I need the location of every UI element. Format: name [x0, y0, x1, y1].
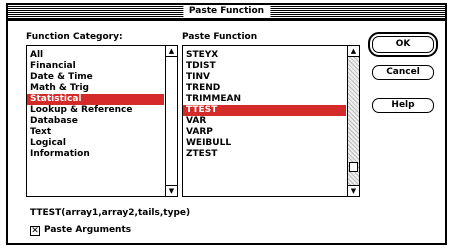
function-list-item[interactable]: VAR — [183, 116, 346, 127]
function-list-item[interactable]: VARP — [183, 127, 346, 138]
category-list-item[interactable]: All — [27, 50, 164, 61]
scroll-up-arrow-icon[interactable]: ▲ — [348, 46, 359, 57]
paste-arguments-checkbox[interactable]: ✕ — [30, 226, 40, 236]
scroll-down-arrow-icon[interactable]: ▼ — [166, 185, 177, 196]
dialog-title: Paste Function — [182, 6, 271, 17]
category-list-item[interactable]: Database — [27, 116, 164, 127]
function-list-item[interactable]: WEIBULL — [183, 138, 346, 149]
function-list-item[interactable]: TINV — [183, 72, 346, 83]
category-list-item[interactable]: Math & Trig — [27, 83, 164, 94]
function-list-item[interactable]: TREND — [183, 83, 346, 94]
paste-function-list[interactable]: STEYX TDIST TINV TREND TRIMMEAN TTEST VAR VARP W… — [182, 45, 360, 197]
ok-button[interactable]: OK — [368, 32, 438, 57]
function-syntax: TTEST(array1,array2,tails,type) — [30, 208, 191, 218]
category-list-item[interactable]: Statistical — [27, 94, 164, 105]
cancel-button[interactable]: Cancel — [372, 65, 434, 80]
function-list-item[interactable]: TTEST — [183, 105, 346, 116]
category-list-item[interactable]: Information — [27, 149, 164, 160]
category-scrollbar[interactable]: ▲ ▼ — [165, 46, 177, 196]
title-bar[interactable]: Paste Function — [8, 5, 445, 21]
scroll-up-arrow-icon[interactable]: ▲ — [166, 46, 177, 57]
function-list-item[interactable]: STEYX — [183, 50, 346, 61]
category-list-item[interactable]: Date & Time — [27, 72, 164, 83]
category-list-item[interactable]: Text — [27, 127, 164, 138]
category-list-item[interactable]: Lookup & Reference — [27, 105, 164, 116]
category-list-item[interactable]: Financial — [27, 61, 164, 72]
function-list-item[interactable]: TRIMMEAN — [183, 94, 346, 105]
function-category-list[interactable]: All Financial Date & Time Math & Trig Statis… — [26, 45, 178, 197]
scroll-thumb[interactable] — [349, 162, 358, 172]
help-button[interactable]: Help — [372, 98, 434, 113]
function-list-item[interactable]: ZTEST — [183, 149, 346, 160]
category-list-item[interactable]: Logical — [27, 138, 164, 149]
function-category-label: Function Category: — [26, 32, 123, 42]
scroll-down-arrow-icon[interactable]: ▼ — [348, 185, 359, 196]
checkmark-icon: ✕ — [31, 226, 39, 236]
paste-arguments-label: Paste Arguments — [44, 225, 132, 235]
paste-function-dialog: Paste Function Function Category: All Fin… — [6, 3, 447, 245]
function-scrollbar[interactable]: ▲ ▼ — [347, 46, 359, 196]
function-list-item[interactable]: TDIST — [183, 61, 346, 72]
paste-function-label: Paste Function — [182, 32, 258, 42]
